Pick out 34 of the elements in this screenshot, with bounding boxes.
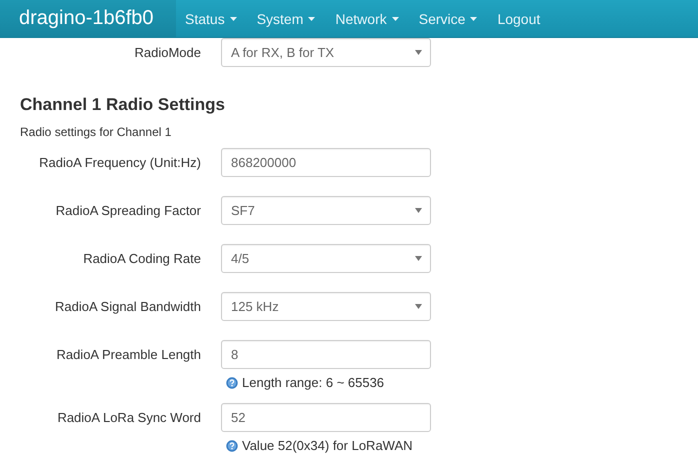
- nav-menu-item[interactable]: Logout: [488, 0, 552, 37]
- dropdown-arrow-icon: [415, 256, 422, 261]
- field-label: RadioMode: [134, 44, 201, 60]
- field-label: RadioA LoRa Sync Word: [56, 409, 201, 425]
- field-label: RadioA Signal Bandwidth: [54, 298, 201, 314]
- field-label: RadioA Frequency (Unit:Hz): [38, 154, 201, 170]
- section-description: Radio settings for Channel 1: [20, 125, 172, 139]
- dropdown-arrow-icon: [415, 304, 422, 309]
- select-field[interactable]: 125 kHz: [221, 292, 431, 321]
- nav-menu-item[interactable]: System: [248, 0, 326, 37]
- input-field[interactable]: 52: [221, 403, 431, 432]
- dropdown-arrow-icon: [415, 208, 422, 213]
- field-label: RadioA Coding Rate: [82, 250, 201, 266]
- help-icon: [226, 440, 238, 452]
- field-label: RadioA Preamble Length: [55, 346, 201, 362]
- help-icon: [226, 376, 238, 388]
- caret-icon: [470, 16, 478, 20]
- select-field[interactable]: A for RX, B for TX: [221, 38, 431, 67]
- field-label: RadioA Spreading Factor: [54, 202, 201, 218]
- caret-icon: [230, 16, 237, 20]
- hint-text: Length range: 6 ~ 65536: [242, 375, 384, 390]
- hint-text: Value 52(0x34) for LoRaWAN: [242, 438, 413, 453]
- brand-title[interactable]: dragino-1b6fb0: [0, 0, 176, 37]
- input-field[interactable]: 868200000: [221, 148, 431, 177]
- nav-menu-item[interactable]: Status: [176, 0, 248, 37]
- nav-menu-item[interactable]: Network: [326, 0, 410, 37]
- select-field[interactable]: 4/5: [221, 244, 431, 273]
- select-field[interactable]: SF7: [221, 196, 431, 225]
- dropdown-arrow-icon: [415, 50, 422, 55]
- nav-menu-item[interactable]: Service: [410, 0, 488, 37]
- caret-icon: [308, 16, 316, 20]
- section-title: Channel 1 Radio Settings: [20, 95, 226, 115]
- caret-icon: [392, 16, 399, 20]
- input-field[interactable]: 8: [221, 340, 431, 369]
